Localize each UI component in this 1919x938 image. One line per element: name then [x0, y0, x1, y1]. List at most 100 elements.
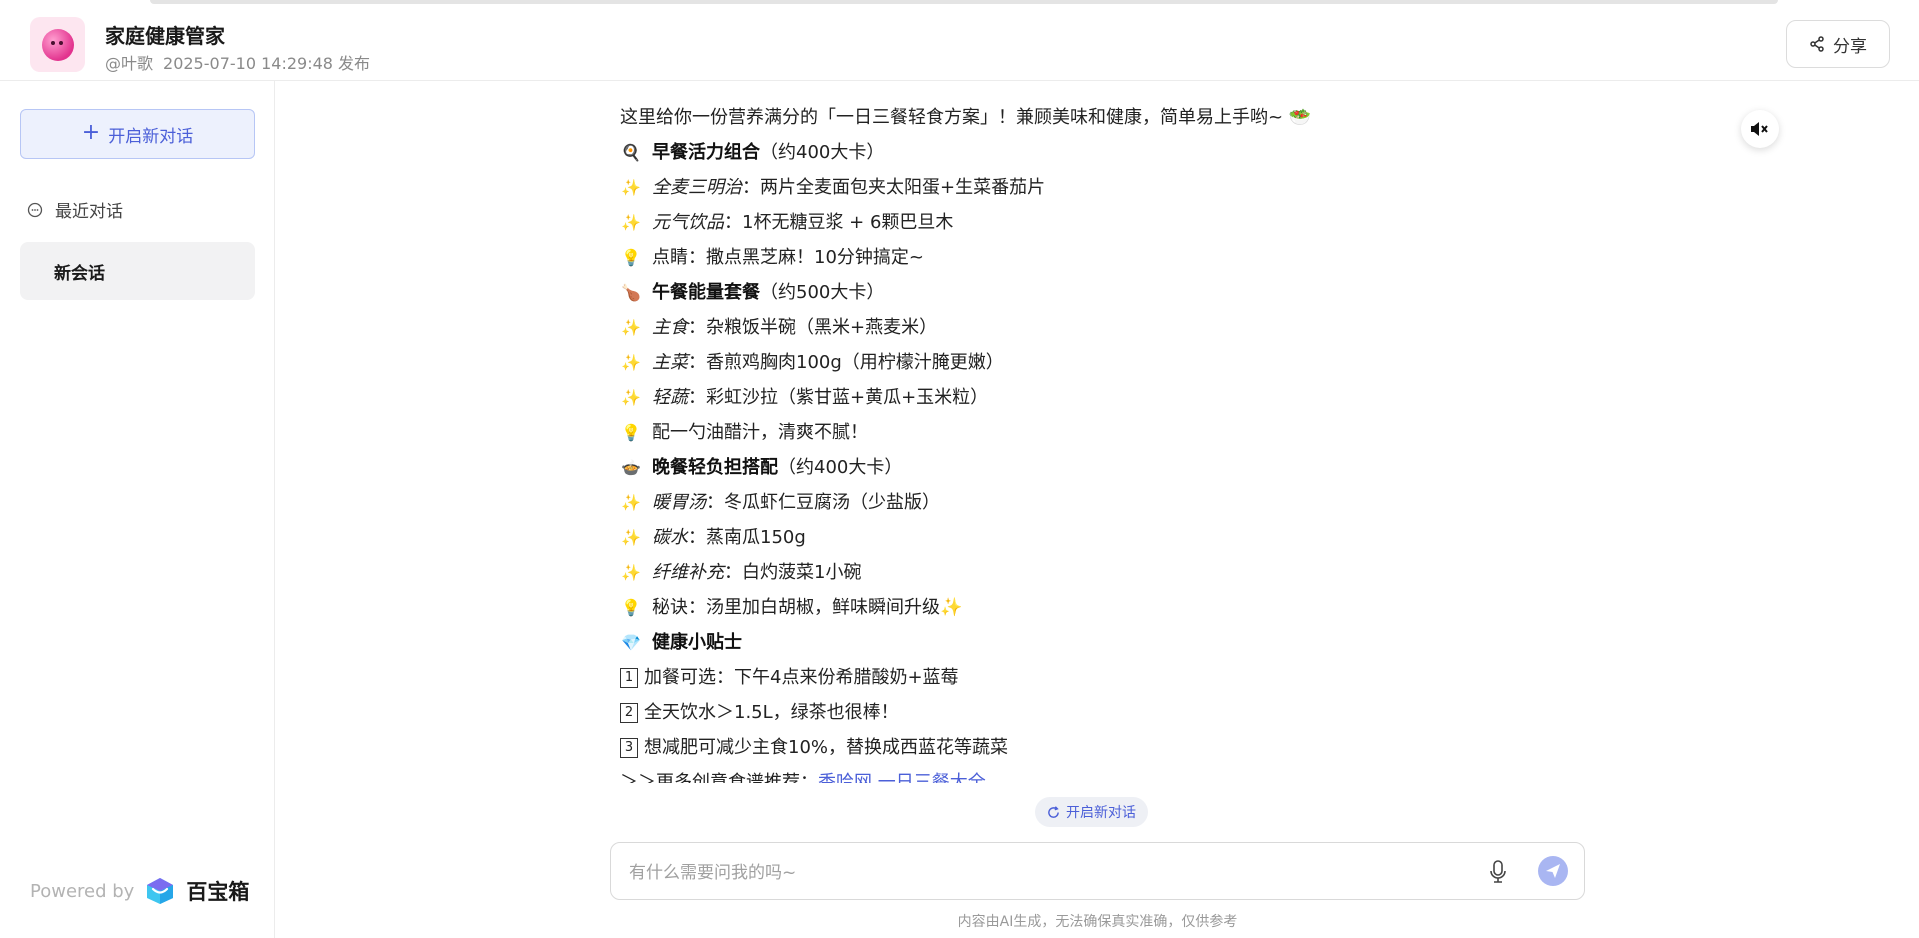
restart-label: 开启新对话 [1066, 805, 1136, 821]
tip-text: 配一勺油醋汁，清爽不腻！ [652, 422, 868, 443]
message-input[interactable] [627, 857, 1451, 889]
item-label: 主食 [652, 317, 688, 338]
plus-icon: + [81, 120, 101, 145]
lunch-kcal: （约500大卡） [760, 282, 885, 303]
ai-disclaimer: 内容由AI生成，无法确保真实准确，仅供参考 [957, 914, 1238, 930]
sparkles-icon: ✨ [621, 493, 641, 512]
item-text: ：白灼菠菜1小碗 [724, 562, 862, 583]
item-label: 轻蔬 [652, 387, 688, 408]
list-item: ✨ 全麦三明治 ：两片全麦面包夹太阳蛋+生菜番茄片 [620, 170, 1520, 205]
more-recipes-line: ＞＞更多创意食谱推荐： 香哈网 一日三餐大全 [620, 765, 1520, 783]
chat-message-area[interactable]: 这里给你一份营养满分的「一日三餐轻食方案」！兼顾美味和健康，简单易上手哟~ 🥗 … [620, 100, 1520, 783]
horizontal-scrollbar[interactable] [150, 0, 1778, 4]
soup-bowl-icon: 🍲 [621, 458, 641, 477]
tip-text: 点睛：撒点黑芝麻！10分钟搞定~ [652, 247, 924, 268]
refresh-icon [1048, 805, 1059, 818]
header-bar: 家庭健康管家 @叶歌 2025-07-10 14:29:48 发布 分享 [0, 0, 1919, 81]
powered-by-label: Powered by [30, 880, 135, 902]
share-button[interactable]: 分享 [1786, 20, 1890, 68]
item-label: 元气饮品 [652, 212, 724, 233]
new-chat-button[interactable]: + 开启新对话 [20, 109, 255, 159]
item-text: ：杂粮饭半碗（黑米+燕麦米） [688, 317, 938, 338]
dinner-kcal: （约400大卡） [778, 457, 903, 478]
author-name[interactable]: @叶歌 [105, 54, 153, 73]
session-item[interactable]: 新会话 [20, 242, 255, 300]
sparkles-icon: ✨ [621, 388, 641, 407]
brand-name: 百宝箱 [186, 880, 250, 904]
section-heading-tips: 💎 健康小贴士 [620, 625, 1520, 660]
restart-chat-chip[interactable]: 开启新对话 [1035, 797, 1148, 827]
item-label: 暖胃汤 [652, 492, 706, 513]
list-item: ✨ 暖胃汤 ：冬瓜虾仁豆腐汤（少盐版） [620, 485, 1520, 520]
keycap-number-icon: 2 [620, 702, 638, 723]
item-text: ：冬瓜虾仁豆腐汤（少盐版） [706, 492, 940, 513]
voice-input-button[interactable] [1483, 857, 1513, 887]
app-title: 家庭健康管家 [105, 24, 225, 48]
gem-icon: 💎 [621, 633, 641, 652]
lightbulb-icon: 💡 [621, 248, 641, 267]
speaker-mute-icon [1751, 122, 1768, 136]
tip-line: 💡 秘诀：汤里加白胡椒，鲜味瞬间升级✨ [620, 590, 1520, 625]
publish-date: 2025-07-10 14:29:48 发布 [163, 54, 371, 73]
numbered-tip: 3 想减肥可减少主食10%，替换成西蓝花等蔬菜 [620, 730, 1520, 765]
intro-text: 这里给你一份营养满分的「一日三餐轻食方案」！兼顾美味和健康，简单易上手哟~ 🥗 [620, 107, 1312, 128]
session-label: 新会话 [54, 263, 105, 284]
message-intro: 这里给你一份营养满分的「一日三餐轻食方案」！兼顾美味和健康，简单易上手哟~ 🥗 [620, 100, 1520, 135]
item-text: ：彩虹沙拉（紫甘蓝+黄瓜+玉米粒） [688, 387, 989, 408]
item-label: 全麦三明治 [652, 177, 742, 198]
recent-label: 最近对话 [55, 202, 123, 222]
list-item: ✨ 纤维补充 ：白灼菠菜1小碗 [620, 555, 1520, 590]
keycap-number-icon: 1 [620, 667, 638, 688]
tip-text: 全天饮水＞1.5L，绿茶也很棒！ [644, 702, 899, 723]
tip-text: 秘诀：汤里加白胡椒，鲜味瞬间升级✨ [652, 597, 963, 618]
message-composer [610, 842, 1585, 900]
recent-conversations-heading: 最近对话 [27, 197, 123, 222]
recipe-link[interactable]: 香哈网 一日三餐大全 [818, 765, 986, 783]
dinner-title: 晚餐轻负担搭配 [652, 457, 778, 478]
item-text: ：香煎鸡胸肉100g（用柠檬汁腌更嫩） [688, 352, 1004, 373]
magnifier-icon: 🍳 [621, 143, 641, 162]
list-item: ✨ 主菜 ：香煎鸡胸肉100g（用柠檬汁腌更嫩） [620, 345, 1520, 380]
app-meta: @叶歌 2025-07-10 14:29:48 发布 [105, 50, 370, 74]
chicken-leg-icon: 🍗 [621, 283, 641, 302]
mute-button[interactable] [1741, 110, 1779, 148]
section-heading-dinner: 🍲 晚餐轻负担搭配 （约400大卡） [620, 450, 1520, 485]
list-item: ✨ 轻蔬 ：彩虹沙拉（紫甘蓝+黄瓜+玉米粒） [620, 380, 1520, 415]
share-label: 分享 [1833, 36, 1867, 57]
app-avatar [30, 17, 85, 72]
item-label: 碳水 [652, 527, 688, 548]
sparkles-icon: ✨ [621, 528, 641, 547]
sparkles-icon: ✨ [621, 178, 641, 197]
sparkles-icon: ✨ [621, 213, 641, 232]
chat-bubble-icon [27, 202, 43, 217]
send-icon [1546, 864, 1560, 878]
share-icon [1810, 36, 1824, 52]
item-label: 纤维补充 [652, 562, 724, 583]
lunch-title: 午餐能量套餐 [652, 282, 760, 303]
sparkles-icon: ✨ [621, 318, 641, 337]
lightbulb-icon: 💡 [621, 598, 641, 617]
keycap-number-icon: 3 [620, 737, 638, 758]
tip-text: 加餐可选：下午4点来份希腊酸奶+蓝莓 [644, 667, 959, 688]
new-chat-label: 开启新对话 [108, 126, 194, 147]
ball-logo-icon [41, 28, 74, 61]
breakfast-kcal: （约400大卡） [760, 142, 885, 163]
tip-line: 💡 点睛：撒点黑芝麻！10分钟搞定~ [620, 240, 1520, 275]
section-heading-breakfast: 🍳 早餐活力组合 （约400大卡） [620, 135, 1520, 170]
list-item: ✨ 主食 ：杂粮饭半碗（黑米+燕麦米） [620, 310, 1520, 345]
item-text: ：蒸南瓜150g [688, 527, 806, 548]
numbered-tip: 1 加餐可选：下午4点来份希腊酸奶+蓝莓 [620, 660, 1520, 695]
lightbulb-icon: 💡 [621, 423, 641, 442]
section-heading-lunch: 🍗 午餐能量套餐 （约500大卡） [620, 275, 1520, 310]
sidebar: + 开启新对话 最近对话 新会话 Powered by 百宝箱 [0, 81, 275, 938]
powered-by: Powered by 百宝箱 [30, 876, 249, 906]
tips-title: 健康小贴士 [652, 632, 742, 653]
send-button[interactable] [1538, 856, 1568, 886]
item-label: 主菜 [652, 352, 688, 373]
list-item: ✨ 元气饮品 ：1杯无糖豆浆 + 6颗巴旦木 [620, 205, 1520, 240]
tip-line: 💡 配一勺油醋汁，清爽不腻！ [620, 415, 1520, 450]
item-text: ：两片全麦面包夹太阳蛋+生菜番茄片 [742, 177, 1046, 198]
numbered-tip: 2 全天饮水＞1.5L，绿茶也很棒！ [620, 695, 1520, 730]
sparkles-icon: ✨ [621, 353, 641, 372]
more-text: ＞＞更多创意食谱推荐： [620, 772, 818, 783]
